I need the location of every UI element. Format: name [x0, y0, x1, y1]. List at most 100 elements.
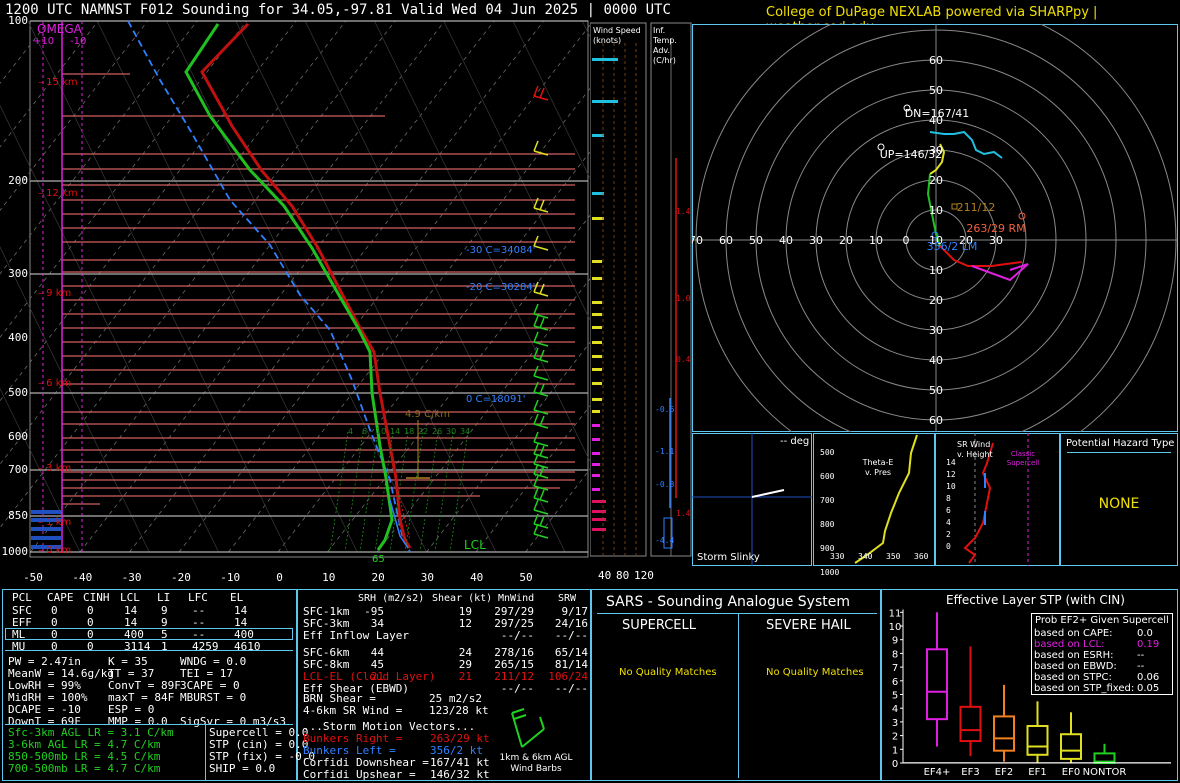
hodo-ring-label-s: 10: [929, 264, 943, 277]
sr-wind-title: SR Wind v. Height: [957, 440, 993, 459]
sfc-temp-label: 65: [372, 554, 385, 565]
hodo-x-tick: 60: [719, 234, 733, 247]
wind-speed-bars: [592, 43, 637, 556]
stp-y-tick: 9: [892, 636, 898, 647]
hodo-x-tick: 30: [989, 234, 1003, 247]
theta-y-tick: 700: [820, 496, 835, 505]
kin-value: --/--: [554, 682, 588, 695]
temp-tick: -10: [220, 571, 241, 584]
mix-tick: 30: [446, 427, 456, 436]
wind-speed-bar: [592, 341, 602, 344]
index-col3: MBURST = 0: [180, 691, 247, 704]
wind-speed-bar: [592, 510, 606, 513]
stp-category: NONTOR: [1083, 767, 1127, 778]
parcel-header: CAPE: [47, 591, 74, 604]
hodo-ring-label-s: 60: [929, 414, 943, 427]
theta-y-tick: 600: [820, 472, 835, 481]
wind-speed-tick: 80: [616, 569, 630, 582]
theta-y-tick: 1000: [820, 568, 840, 577]
wind-speed-bar: [592, 424, 600, 427]
theta-x-tick: 340: [858, 552, 873, 561]
hazard-title: Potential Hazard Type: [1066, 438, 1175, 449]
adv-value: -4.4: [655, 536, 675, 545]
parcel-cell: 4259: [192, 640, 219, 653]
stp-box: [1026, 725, 1049, 756]
temp-adv-title: Inf. Temp. Adv. (C/hr): [653, 26, 677, 65]
hazard-panel: Potential Hazard Type NONE: [1060, 433, 1178, 566]
wind-speed-tick: 120: [634, 569, 654, 582]
srw-y-tick: 2: [946, 530, 951, 539]
wind-speed-bar: [592, 355, 602, 358]
temp-tick: 50: [519, 571, 533, 584]
kin-header: SRW: [558, 593, 577, 604]
stp-y-tick: 3: [892, 718, 898, 729]
mix-tick: 34: [460, 427, 470, 436]
pressure-tick: 700: [8, 463, 28, 476]
wind-speed-bar: [592, 438, 600, 441]
mix-tick: 4: [348, 427, 353, 436]
lapse-rate: 700-500mb LR = 4.7 C/km: [8, 762, 161, 775]
parcel-header: LI: [157, 591, 171, 604]
parcel-cell: 4610: [234, 640, 261, 653]
temp-tick: 20: [371, 571, 385, 584]
skewt-diagram: OMEGA+10 -10 – 15 km – 12 km – 9 km – 6 km – 3…: [0, 20, 590, 565]
hodo-ring-label-s: 20: [929, 294, 943, 307]
sounding-title: 1200 UTC NAMNST F012 Sounding for 34.05,…: [5, 2, 671, 18]
composite-index: SHIP = 0.0: [209, 762, 276, 775]
wind-speed-bar: [592, 500, 606, 503]
wind-speed-bar: [592, 260, 602, 263]
pressure-tick: 600: [8, 430, 28, 443]
wind-speed-bar: [592, 410, 600, 413]
hodo-x-tick: 20: [839, 234, 853, 247]
sars-supercell-result: No Quality Matches: [619, 667, 717, 678]
parcel-header: CINH: [83, 591, 110, 604]
parcel-header: PCL: [12, 591, 32, 604]
hodo-ring-label: 20: [929, 174, 943, 187]
kin-value: 12: [458, 617, 472, 630]
wind-speed-bar: [592, 192, 604, 195]
hazard-value: NONE: [1098, 496, 1140, 512]
hodo-x-tick: 0: [903, 234, 910, 247]
srw-y-tick: 14: [946, 458, 956, 467]
kin-header: Shear (kt): [432, 593, 493, 604]
srw-y-tick: 12: [946, 470, 956, 479]
storm-motion-value: 146/32 kt: [430, 768, 490, 781]
temp-tick: -40: [72, 571, 93, 584]
agl-barbs-label: 1km & 6km AGL Wind Barbs: [499, 753, 573, 774]
stp-category: EF3: [961, 767, 979, 778]
wind-speed-bar: [592, 100, 618, 103]
temp-tick: 30: [420, 571, 435, 584]
adv-value: 1.0: [676, 294, 691, 303]
theta-e-title: Theta-E v. Pres: [862, 458, 894, 477]
parcel-header: EL: [230, 591, 244, 604]
theta-y-tick: 800: [820, 520, 835, 529]
parcel-cell: 1: [161, 640, 168, 653]
adv-value: 1.4: [676, 509, 691, 518]
temp-tick: 40: [470, 571, 484, 584]
stp-y-tick: 0: [892, 759, 898, 770]
stp-y-tick: 7: [892, 663, 898, 674]
temp-tick: -30: [121, 571, 142, 584]
wind-speed-bar: [592, 134, 604, 137]
kin-header: SRH (m2/s2): [358, 593, 425, 604]
wind-speed-bar: [592, 58, 618, 61]
stp-y-tick: 5: [892, 691, 898, 702]
stp-legend-label: based on STP_fixed:: [1034, 683, 1135, 694]
kin-value: --/--: [500, 629, 534, 642]
srw-y-tick: 8: [946, 494, 951, 503]
kin-value: --/--: [500, 682, 534, 695]
theta-x-tick: 330: [830, 552, 845, 561]
wind-speed-bar: [592, 528, 606, 531]
stp-box: [993, 715, 1015, 752]
height-label: – 9 km: [38, 288, 71, 299]
parcel-header: LCL: [120, 591, 140, 604]
iso-m20-label: -20 C=30284': [466, 282, 535, 293]
srw-y-tick: 10: [946, 482, 956, 491]
stp-y-tick: 6: [892, 677, 898, 688]
stp-y-tick: 1: [892, 745, 898, 756]
stp-legend-value: 0.05: [1137, 683, 1160, 694]
pressure-tick: 300: [8, 267, 28, 280]
mix-tick: 14: [390, 427, 400, 436]
kin-label: Eff Inflow Layer: [303, 629, 409, 642]
mix-tick: 18: [404, 427, 414, 436]
